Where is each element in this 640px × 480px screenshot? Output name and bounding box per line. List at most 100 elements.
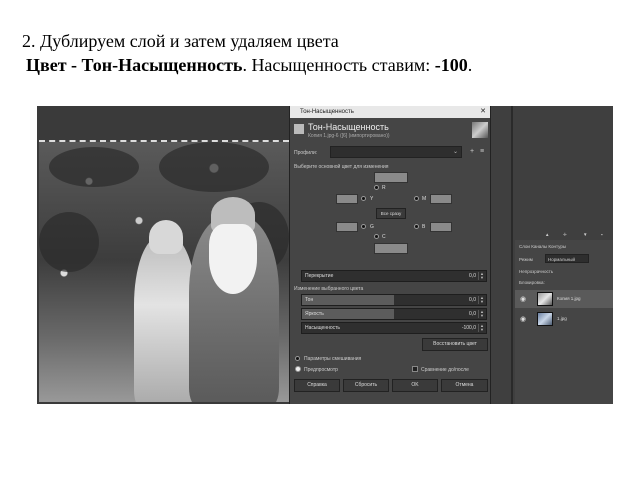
- layers-panel: ▲ ✛ ▼ ▪ Слои Каналы Контуры Режим Нормал…: [515, 232, 613, 404]
- ok-button[interactable]: OK: [392, 379, 438, 392]
- saturation-value: -100,0: [461, 325, 476, 331]
- spin-arrows-icon[interactable]: ▲ ▼: [478, 296, 485, 304]
- delete-icon[interactable]: ▪: [601, 232, 603, 237]
- father-frost-beard: [209, 224, 257, 294]
- eye-icon[interactable]: ◉: [520, 315, 526, 323]
- yellow-patch[interactable]: [336, 194, 358, 204]
- spin-arrows-icon[interactable]: ▲ ▼: [478, 310, 485, 318]
- image-canvas[interactable]: [39, 140, 289, 402]
- hue-label: Тон: [305, 297, 314, 303]
- overlap-value: 0,0: [469, 273, 476, 279]
- saturation-label: Насыщенность: [305, 325, 341, 331]
- spin-arrows-icon[interactable]: ▲ ▼: [478, 324, 485, 332]
- dialog-subtitle: Копия 1.jpg-6 ([6] (импортировано)): [308, 133, 390, 139]
- yellow-label: Y: [370, 196, 374, 202]
- preset-menu-icon[interactable]: ≡: [478, 148, 486, 156]
- red-radio[interactable]: [374, 185, 379, 190]
- hue-saturation-dialog: Тон-Насыщенность ✕ Тон-Насыщенность Копи…: [289, 106, 491, 404]
- presets-combo[interactable]: ⌄: [330, 146, 462, 158]
- primary-color-label: Выберите основной цвет для изменения: [294, 164, 389, 170]
- master-button[interactable]: Все сразу: [376, 208, 406, 219]
- snow-maiden-figure: [134, 237, 196, 402]
- snow-maiden-head: [149, 220, 183, 254]
- help-button[interactable]: Справка: [294, 379, 340, 392]
- add-icon[interactable]: ✛: [563, 232, 567, 238]
- layer-up-icon[interactable]: ▲: [545, 232, 549, 237]
- lightness-value: 0,0: [469, 311, 476, 317]
- dialog-title: Тон-Насыщенность: [308, 122, 389, 132]
- blue-radio[interactable]: [414, 224, 419, 229]
- lightness-slider[interactable]: Яркость 0,0 ▲ ▼: [301, 308, 487, 320]
- instruction-end-dot: .: [467, 55, 473, 75]
- preview-checkbox[interactable]: [295, 366, 301, 372]
- magenta-label: M: [422, 196, 427, 202]
- presets-row: Профили: ⌄ + ≡: [294, 146, 488, 160]
- blue-patch[interactable]: [430, 222, 452, 232]
- mode-combo[interactable]: Нормальный: [545, 254, 589, 263]
- spin-arrows-icon[interactable]: ▲ ▼: [478, 272, 485, 280]
- instruction-mid-text: . Насыщенность ставим:: [242, 55, 435, 75]
- hue-value: 0,0: [469, 297, 476, 303]
- blend-options-expander[interactable]: [295, 356, 300, 361]
- tree-branch: [49, 147, 139, 187]
- layer-thumbnail: [537, 292, 553, 306]
- dock-separator: [511, 106, 513, 404]
- tree-branch: [159, 142, 269, 192]
- cyan-radio[interactable]: [374, 234, 379, 239]
- adjust-color-label: Изменение выбранного цвета: [294, 286, 364, 292]
- close-icon[interactable]: ✕: [480, 106, 486, 118]
- yellow-radio[interactable]: [361, 196, 366, 201]
- layer-down-icon[interactable]: ▼: [583, 232, 587, 237]
- layer-thumbnail: [537, 312, 553, 326]
- red-patch[interactable]: [374, 172, 408, 183]
- layer-name[interactable]: 1.jpg: [557, 316, 567, 321]
- green-radio[interactable]: [361, 224, 366, 229]
- green-label: G: [370, 224, 374, 230]
- right-dock: ▲ ✛ ▼ ▪ Слои Каналы Контуры Режим Нормал…: [491, 106, 613, 404]
- presets-label: Профили:: [294, 150, 318, 156]
- lightness-label: Яркость: [305, 311, 324, 317]
- blend-options-label: Параметры смешивания: [304, 356, 362, 362]
- overlap-slider[interactable]: Перекрытие 0,0 ▲ ▼: [301, 270, 487, 282]
- layer-row[interactable]: ◉ 1.jpg: [515, 310, 613, 328]
- reset-color-button[interactable]: Восстановить цвет: [422, 338, 488, 351]
- saturation-value-text: -100: [434, 55, 468, 75]
- slide-instruction: Цвет - Тон-Насыщенность. Насыщенность ст…: [26, 54, 472, 76]
- mode-value: Нормальный: [548, 257, 576, 262]
- tree-branch: [39, 212, 99, 272]
- mode-label: Режим: [519, 257, 533, 262]
- eye-icon[interactable]: ◉: [520, 295, 526, 303]
- green-patch[interactable]: [336, 222, 358, 232]
- overlap-label: Перекрытие: [305, 273, 334, 279]
- slide-heading: 2. Дублируем слой и затем удаляем цвета: [22, 31, 339, 51]
- split-view-checkbox[interactable]: [412, 366, 418, 372]
- hue-slider[interactable]: Тон 0,0 ▲ ▼: [301, 294, 487, 306]
- blue-label: B: [422, 224, 426, 230]
- layers-tabs[interactable]: Слои Каналы Контуры: [519, 244, 566, 249]
- gimp-screenshot: Тон-Насыщенность ✕ Тон-Насыщенность Копи…: [37, 106, 613, 404]
- layer-name[interactable]: Копия 1.jpg: [557, 296, 581, 301]
- magenta-radio[interactable]: [414, 196, 419, 201]
- preview-label: Предпросмотр: [304, 367, 338, 373]
- dialog-header: Тон-Насыщенность Копия 1.jpg-6 ([6] (имп…: [294, 122, 488, 142]
- magenta-patch[interactable]: [430, 194, 452, 204]
- opacity-label: Непрозрачность: [519, 269, 554, 274]
- dialog-window-title: Тон-Насыщенность: [300, 109, 354, 115]
- saturation-slider[interactable]: Насыщенность -100,0 ▲ ▼: [301, 322, 487, 334]
- dialog-titlebar[interactable]: Тон-Насыщенность ✕: [290, 106, 490, 118]
- chevron-down-icon: ⌄: [452, 149, 458, 155]
- layer-row[interactable]: ◉ Копия 1.jpg: [515, 290, 613, 308]
- lock-label: Блокировка:: [519, 280, 545, 285]
- cancel-button[interactable]: Отмена: [441, 379, 488, 392]
- image-thumbnail: [472, 122, 488, 138]
- red-label: R: [382, 185, 386, 191]
- hue-fill: [302, 295, 394, 305]
- add-preset-icon[interactable]: +: [468, 148, 476, 156]
- hue-saturation-icon: [294, 124, 304, 134]
- dock-toolbar: ▲ ✛ ▼ ▪: [515, 232, 613, 238]
- menu-path-text: Цвет - Тон-Насыщенность: [26, 55, 243, 75]
- split-view-label: Сравнение до/после: [421, 367, 469, 373]
- cyan-patch[interactable]: [374, 243, 408, 254]
- cyan-label: C: [382, 234, 386, 240]
- reset-button[interactable]: Сбросить: [343, 379, 389, 392]
